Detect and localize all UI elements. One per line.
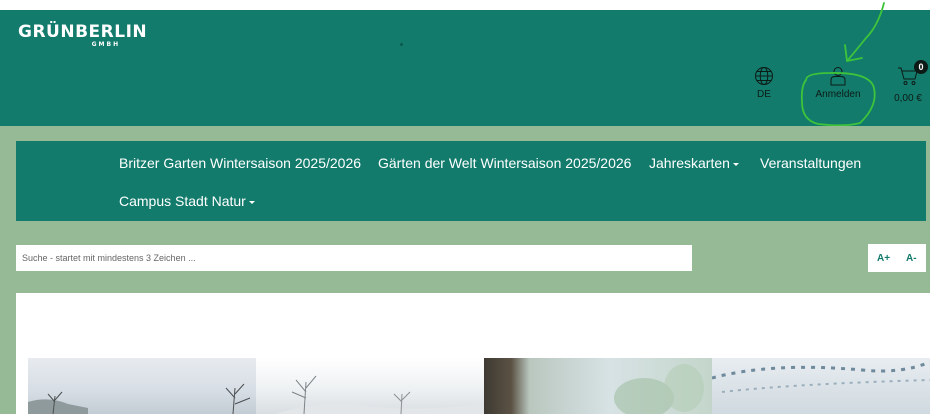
logo-sub-text: GMBH <box>91 41 121 48</box>
nav-item-label: Jahreskarten <box>649 155 730 171</box>
teaser-image-2[interactable] <box>256 358 484 414</box>
user-icon <box>830 67 846 86</box>
cart-button[interactable]: 0 0,00 € <box>887 60 929 104</box>
nav-item-jahreskarten[interactable]: Jahreskarten <box>649 155 739 171</box>
nav-item-veranstaltungen[interactable]: Veranstaltungen <box>760 155 861 171</box>
teaser-image-3[interactable] <box>484 358 712 414</box>
site-header: GRÜNBERLIN GMBH <box>0 10 930 126</box>
main-navigation: Britzer Garten Wintersaison 2025/2026 Gä… <box>16 141 926 221</box>
font-decrease-button[interactable]: A- <box>906 253 917 264</box>
nav-item-label: Britzer Garten Wintersaison 2025/2026 <box>119 155 362 171</box>
cart-total: 0,00 € <box>894 93 922 104</box>
cart-count-badge: 0 <box>914 60 928 74</box>
teaser-image-1[interactable] <box>28 358 256 414</box>
nav-item-label: Campus Stadt Natur <box>119 193 246 209</box>
chevron-down-icon <box>732 162 739 166</box>
logo-main-text: GRÜNBERLIN <box>18 22 148 42</box>
font-size-controls: A+ A- <box>868 244 926 272</box>
search-input[interactable] <box>16 245 692 271</box>
login-label: Anmelden <box>815 89 861 100</box>
teaser-image-4[interactable] <box>712 358 930 414</box>
login-button[interactable]: Anmelden <box>808 66 868 100</box>
chevron-down-icon <box>248 200 255 204</box>
header-dot <box>400 43 403 46</box>
nav-item-label: Veranstaltungen <box>760 155 862 171</box>
nav-item-campus-stadt-natur[interactable]: Campus Stadt Natur <box>119 193 255 209</box>
language-label: DE <box>757 89 771 100</box>
nav-item-britzer-garten[interactable]: Britzer Garten Wintersaison 2025/2026 <box>119 155 361 171</box>
language-selector[interactable]: DE <box>749 66 779 100</box>
nav-item-gaerten-der-welt[interactable]: Gärten der Welt Wintersaison 2025/2026 <box>378 155 631 171</box>
logo[interactable]: GRÜNBERLIN GMBH <box>18 22 147 48</box>
globe-icon <box>755 67 773 85</box>
nav-item-label: Gärten der Welt Wintersaison 2025/2026 <box>378 155 632 171</box>
font-increase-button[interactable]: A+ <box>877 253 890 264</box>
